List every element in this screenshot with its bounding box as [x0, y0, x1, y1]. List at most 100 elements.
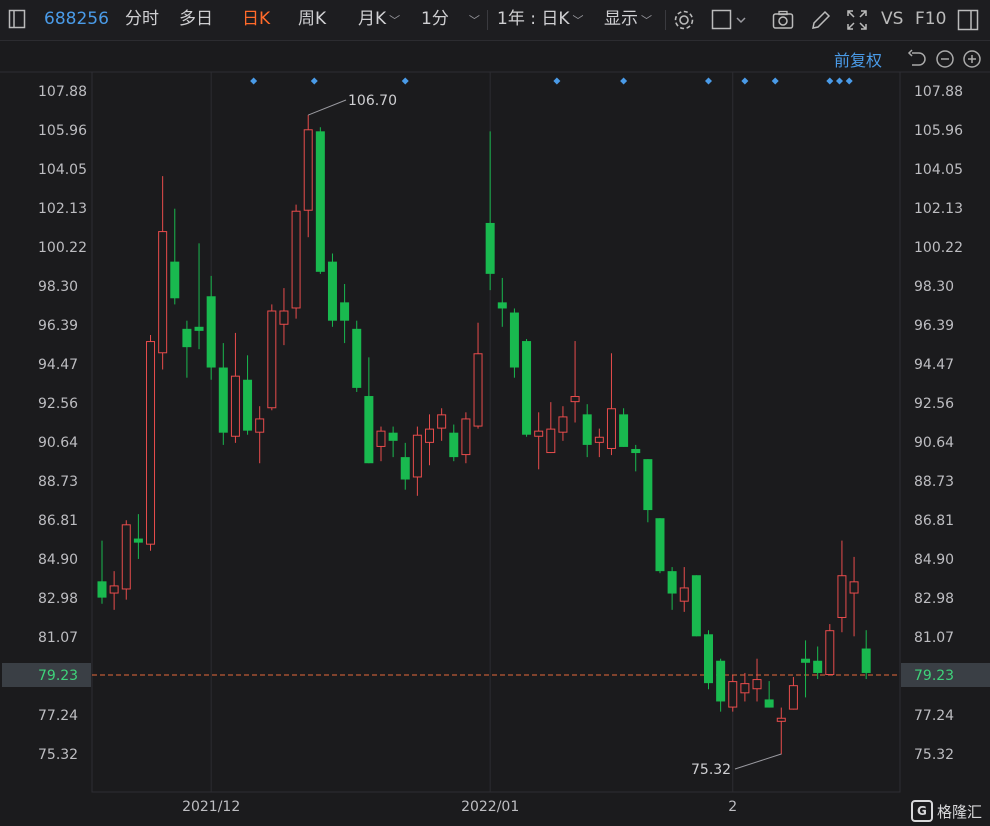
candle-body-up[interactable]: [473, 353, 483, 427]
range-dropdown[interactable]: 1年 : 日K ﹀: [497, 8, 584, 32]
candle-body-up[interactable]: [752, 679, 762, 690]
candle-body-down[interactable]: [194, 326, 204, 331]
candle-body-down[interactable]: [364, 396, 374, 464]
tab-week-k[interactable]: 周K: [298, 8, 326, 30]
candle-body-down[interactable]: [182, 328, 192, 348]
candle-body-down[interactable]: [170, 261, 180, 299]
candle-body-up[interactable]: [849, 581, 859, 594]
candle-body-up[interactable]: [594, 436, 604, 443]
event-marker-diamond[interactable]: [845, 77, 853, 85]
candle-body-up[interactable]: [558, 416, 568, 433]
candle-body-down[interactable]: [509, 312, 519, 368]
settings-gear-icon[interactable]: [673, 9, 695, 31]
candle-body-down[interactable]: [716, 660, 726, 702]
candle-body-up[interactable]: [740, 683, 750, 694]
candle-body-up[interactable]: [158, 231, 168, 354]
toolbar: 688256 分时 多日 日K 周K 月K ﹀ 1分 ﹀ 1年 : 日K ﹀ 显示 ﹀ …: [0, 0, 990, 41]
candle-body-down[interactable]: [352, 328, 362, 388]
candle-body-down[interactable]: [704, 634, 713, 684]
camera-icon[interactable]: [772, 9, 794, 31]
event-marker-diamond[interactable]: [250, 77, 258, 85]
tab-multi-day[interactable]: 多日: [179, 8, 213, 30]
candle-body-down[interactable]: [801, 658, 811, 663]
candle-body-up[interactable]: [267, 310, 277, 409]
candle-body-down[interactable]: [764, 699, 774, 708]
candle-body-down[interactable]: [327, 261, 337, 321]
candle-body-up[interactable]: [546, 428, 556, 454]
candle-body-up[interactable]: [776, 717, 786, 722]
candle-body-down[interactable]: [522, 341, 532, 435]
candlestick-chart[interactable]: 2021/12 2022/01 2 107.88 107.88 105.96 105.96 1…: [0, 0, 990, 826]
candle-body-up[interactable]: [230, 375, 240, 437]
candle-body-down[interactable]: [97, 581, 107, 598]
tab-month-k-dropdown[interactable]: 月K ﹀: [358, 8, 400, 32]
event-marker-diamond[interactable]: [826, 77, 834, 85]
event-marker-diamond[interactable]: [553, 77, 561, 85]
candle-body-up[interactable]: [788, 685, 798, 710]
candle-body-up[interactable]: [303, 129, 313, 211]
event-marker-diamond[interactable]: [705, 77, 712, 85]
candle-body-down[interactable]: [619, 414, 629, 447]
candle-body-down[interactable]: [631, 448, 641, 454]
candle-body-down[interactable]: [497, 302, 507, 309]
candle-body-up[interactable]: [376, 430, 386, 447]
panel-toggle-icon[interactable]: [8, 9, 26, 35]
candle-body-down[interactable]: [133, 538, 143, 543]
zoom-out-icon[interactable]: [935, 49, 955, 73]
candle-body-up[interactable]: [279, 310, 289, 325]
candle-body-up[interactable]: [109, 585, 119, 594]
candle-body-down[interactable]: [315, 131, 325, 272]
reset-icon[interactable]: [907, 49, 927, 73]
candle-body-down[interactable]: [813, 660, 823, 673]
candle-body-down[interactable]: [340, 302, 350, 321]
candle-body-up[interactable]: [412, 434, 422, 478]
f10-button[interactable]: F10: [915, 8, 946, 30]
candle-body-up[interactable]: [146, 341, 156, 545]
stock-code[interactable]: 688256: [44, 8, 109, 30]
candle-body-up[interactable]: [837, 575, 847, 618]
candle-body-up[interactable]: [606, 408, 616, 449]
zoom-in-icon[interactable]: [962, 49, 982, 73]
event-marker-diamond[interactable]: [401, 77, 409, 85]
candle-body-down[interactable]: [449, 432, 459, 458]
candle-body-up[interactable]: [534, 430, 544, 437]
candle-body-down[interactable]: [643, 459, 653, 511]
event-marker-diamond[interactable]: [771, 77, 779, 85]
candle-body-down[interactable]: [218, 367, 228, 433]
candle-body-down[interactable]: [485, 222, 495, 274]
candle-body-down[interactable]: [655, 518, 665, 572]
candle-body-up[interactable]: [121, 524, 131, 590]
tab-minute-dropdown[interactable]: 1分 ﹀: [421, 8, 480, 32]
candle-body-down[interactable]: [400, 457, 410, 480]
candle-body-up[interactable]: [679, 587, 689, 602]
candle-body-up[interactable]: [291, 210, 301, 309]
tab-intraday[interactable]: 分时: [125, 8, 159, 30]
candle-body-up[interactable]: [570, 396, 580, 403]
candle-body-up[interactable]: [825, 630, 835, 675]
candle-body-up[interactable]: [461, 418, 471, 456]
event-marker-diamond[interactable]: [741, 77, 749, 85]
checkbox-dropdown[interactable]: [711, 9, 747, 31]
event-marker-diamond[interactable]: [836, 77, 844, 85]
event-marker-diamond[interactable]: [310, 77, 318, 85]
pencil-icon[interactable]: [810, 9, 832, 31]
candle-body-down[interactable]: [243, 379, 253, 431]
event-marker-diamond[interactable]: [620, 77, 628, 85]
adjust-mode-label[interactable]: 前复权: [834, 47, 882, 71]
side-panel-icon[interactable]: [957, 9, 979, 31]
candle-body-down[interactable]: [667, 571, 677, 594]
watermark-text: 格隆汇: [936, 802, 982, 821]
candle-body-up[interactable]: [425, 428, 435, 443]
candle-body-down[interactable]: [388, 432, 398, 441]
candle-body-up[interactable]: [255, 418, 265, 433]
candle-body-down[interactable]: [206, 296, 216, 368]
vs-button[interactable]: VS: [881, 8, 903, 30]
fullscreen-icon[interactable]: [846, 9, 868, 31]
candle-body-up[interactable]: [728, 681, 738, 708]
tab-day-k[interactable]: 日K: [242, 8, 270, 30]
candle-body-down[interactable]: [691, 575, 701, 637]
candle-body-up[interactable]: [437, 414, 447, 429]
candle-body-down[interactable]: [582, 414, 592, 445]
candle-body-down[interactable]: [861, 648, 871, 673]
display-dropdown[interactable]: 显示 ﹀: [604, 8, 652, 32]
